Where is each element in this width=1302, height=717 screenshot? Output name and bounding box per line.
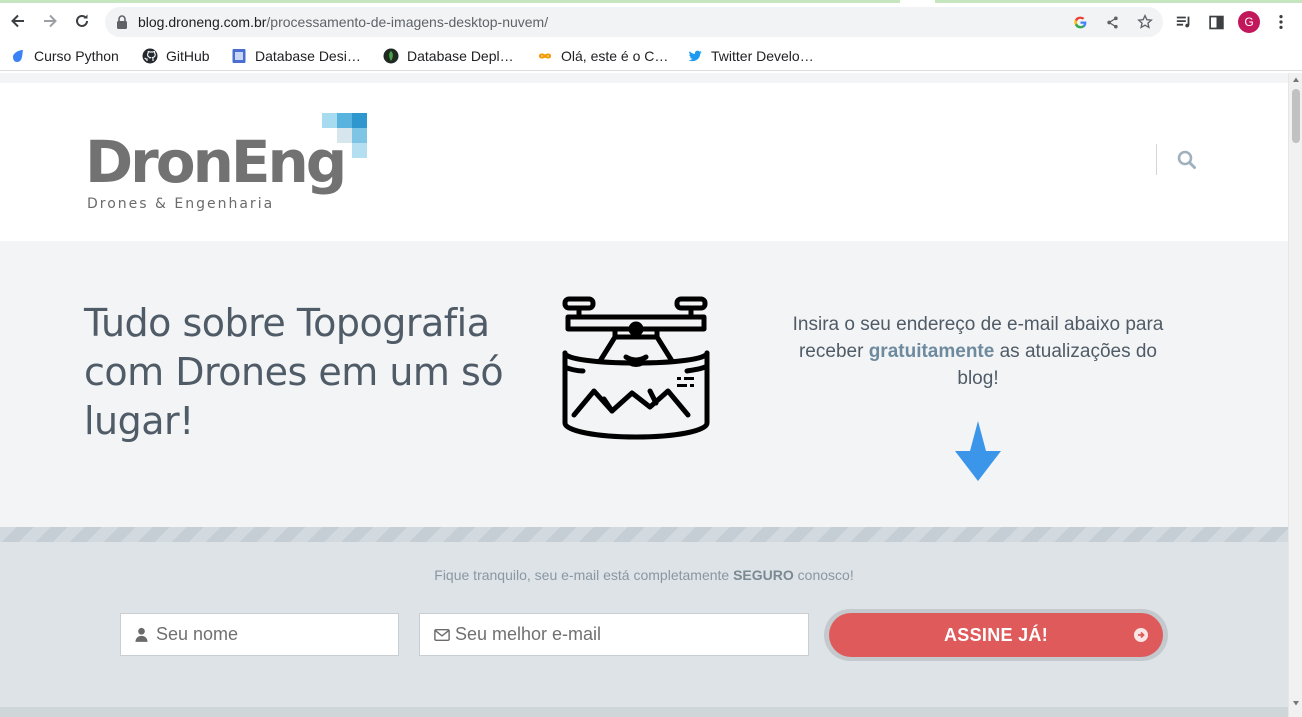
subscribe-button[interactable]: ASSINE JÁ! (829, 613, 1163, 657)
menu-kebab-icon[interactable] (1271, 12, 1291, 32)
document-icon (231, 48, 247, 64)
subscribe-button-label: ASSINE JÁ! (943, 624, 1049, 645)
bookmark-label: Curso Python (34, 48, 119, 64)
google-icon[interactable] (1071, 13, 1089, 31)
url-path: /processamento-de-imagens-desktop-nuvem/ (266, 14, 549, 30)
arrow-down-icon (955, 421, 1001, 481)
header-divider (1156, 144, 1157, 175)
bookmark-curso-python[interactable]: Curso Python (10, 46, 119, 66)
reload-icon[interactable] (69, 8, 95, 34)
subscribe-form: Fique tranquilo, seu e-mail está complet… (0, 542, 1288, 717)
bookmarks-bar: Curso Python GitHub Database Desi… Datab… (0, 41, 1302, 71)
scroll-down-icon[interactable] (1292, 699, 1300, 707)
secure-note-part: conosco! (793, 567, 854, 583)
hero-title-line: lugar! (84, 399, 194, 443)
scrollbar-thumb[interactable] (1292, 89, 1300, 143)
hero-title: Tudo sobre Topografia com Drones em um s… (84, 299, 504, 446)
bookmark-database-design[interactable]: Database Desi… (231, 46, 361, 66)
profile-initial: G (1244, 15, 1254, 29)
hero-title-line: Tudo sobre Topografia (84, 301, 490, 345)
back-icon[interactable] (5, 8, 31, 34)
decorative-stripes (0, 527, 1288, 542)
address-bar[interactable]: blog.droneng.com.br/processamento-de-ima… (105, 7, 1163, 37)
bookmark-label: Twitter Develo… (711, 48, 814, 64)
bookmark-github[interactable]: GitHub (142, 46, 210, 66)
arrow-circle-right-icon (1134, 628, 1148, 642)
browser-toolbar: blog.droneng.com.br/processamento-de-ima… (0, 3, 1302, 41)
drone-mapping-icon (562, 296, 710, 440)
hero-title-line: com Drones em um só (84, 350, 504, 394)
hero-text-emphasis: gratuitamente (868, 341, 995, 362)
infinity-icon (537, 48, 553, 64)
bookmark-twitter-developer[interactable]: Twitter Develo… (687, 46, 814, 66)
name-field[interactable]: Seu nome (120, 613, 399, 656)
email-placeholder: Seu melhor e-mail (455, 624, 602, 644)
bookmark-database-deploy[interactable]: Database Depl… (383, 46, 514, 66)
bookmark-ola-este[interactable]: Olá, este é o C… (537, 46, 668, 66)
hero-subscribe-text: Insira o seu endereço de e-mail abaixo p… (776, 311, 1180, 392)
envelope-icon (434, 627, 450, 643)
user-icon (135, 627, 151, 643)
site-logo[interactable]: DronEng (85, 133, 347, 191)
leaf-icon (383, 48, 399, 64)
page-top-band (0, 73, 1288, 83)
secure-note: Fique tranquilo, seu e-mail está complet… (0, 567, 1288, 583)
share-icon[interactable] (1103, 13, 1121, 31)
page-bottom-edge (0, 707, 1288, 717)
lock-icon[interactable] (116, 15, 128, 29)
github-icon (142, 48, 158, 64)
page-scrollbar[interactable] (1288, 73, 1302, 717)
droplet-icon (10, 48, 26, 64)
bookmark-label: Database Depl… (407, 48, 514, 64)
scroll-up-icon[interactable] (1292, 76, 1300, 84)
name-placeholder: Seu nome (156, 624, 239, 644)
site-logo-subtitle: Drones & Engenharia (87, 196, 275, 212)
email-field[interactable]: Seu melhor e-mail (419, 613, 809, 656)
secure-note-part: Fique tranquilo, seu e-mail está complet… (434, 567, 734, 583)
profile-avatar[interactable]: G (1238, 11, 1260, 33)
hero-section: Tudo sobre Topografia com Drones em um s… (0, 241, 1288, 527)
site-header: DronEng Drones & Engenharia (0, 83, 1288, 241)
url-text[interactable]: blog.droneng.com.br/processamento-de-ima… (138, 14, 548, 30)
page-viewport: DronEng Drones & Engenharia Tudo sobre T… (0, 73, 1302, 717)
reading-list-icon[interactable] (1174, 12, 1194, 32)
twitter-icon (687, 48, 703, 64)
url-host: blog.droneng.com.br (138, 14, 267, 30)
secure-note-emphasis: SEGURO (733, 567, 794, 583)
bookmark-label: Database Desi… (255, 48, 361, 64)
forward-icon[interactable] (37, 8, 63, 34)
side-panel-icon[interactable] (1206, 12, 1226, 32)
search-icon[interactable] (1176, 149, 1198, 171)
bookmark-star-icon[interactable] (1136, 13, 1154, 31)
bookmark-label: Olá, este é o C… (561, 48, 669, 64)
submit-button-frame: ASSINE JÁ! (824, 609, 1168, 661)
bookmark-label: GitHub (166, 48, 210, 64)
